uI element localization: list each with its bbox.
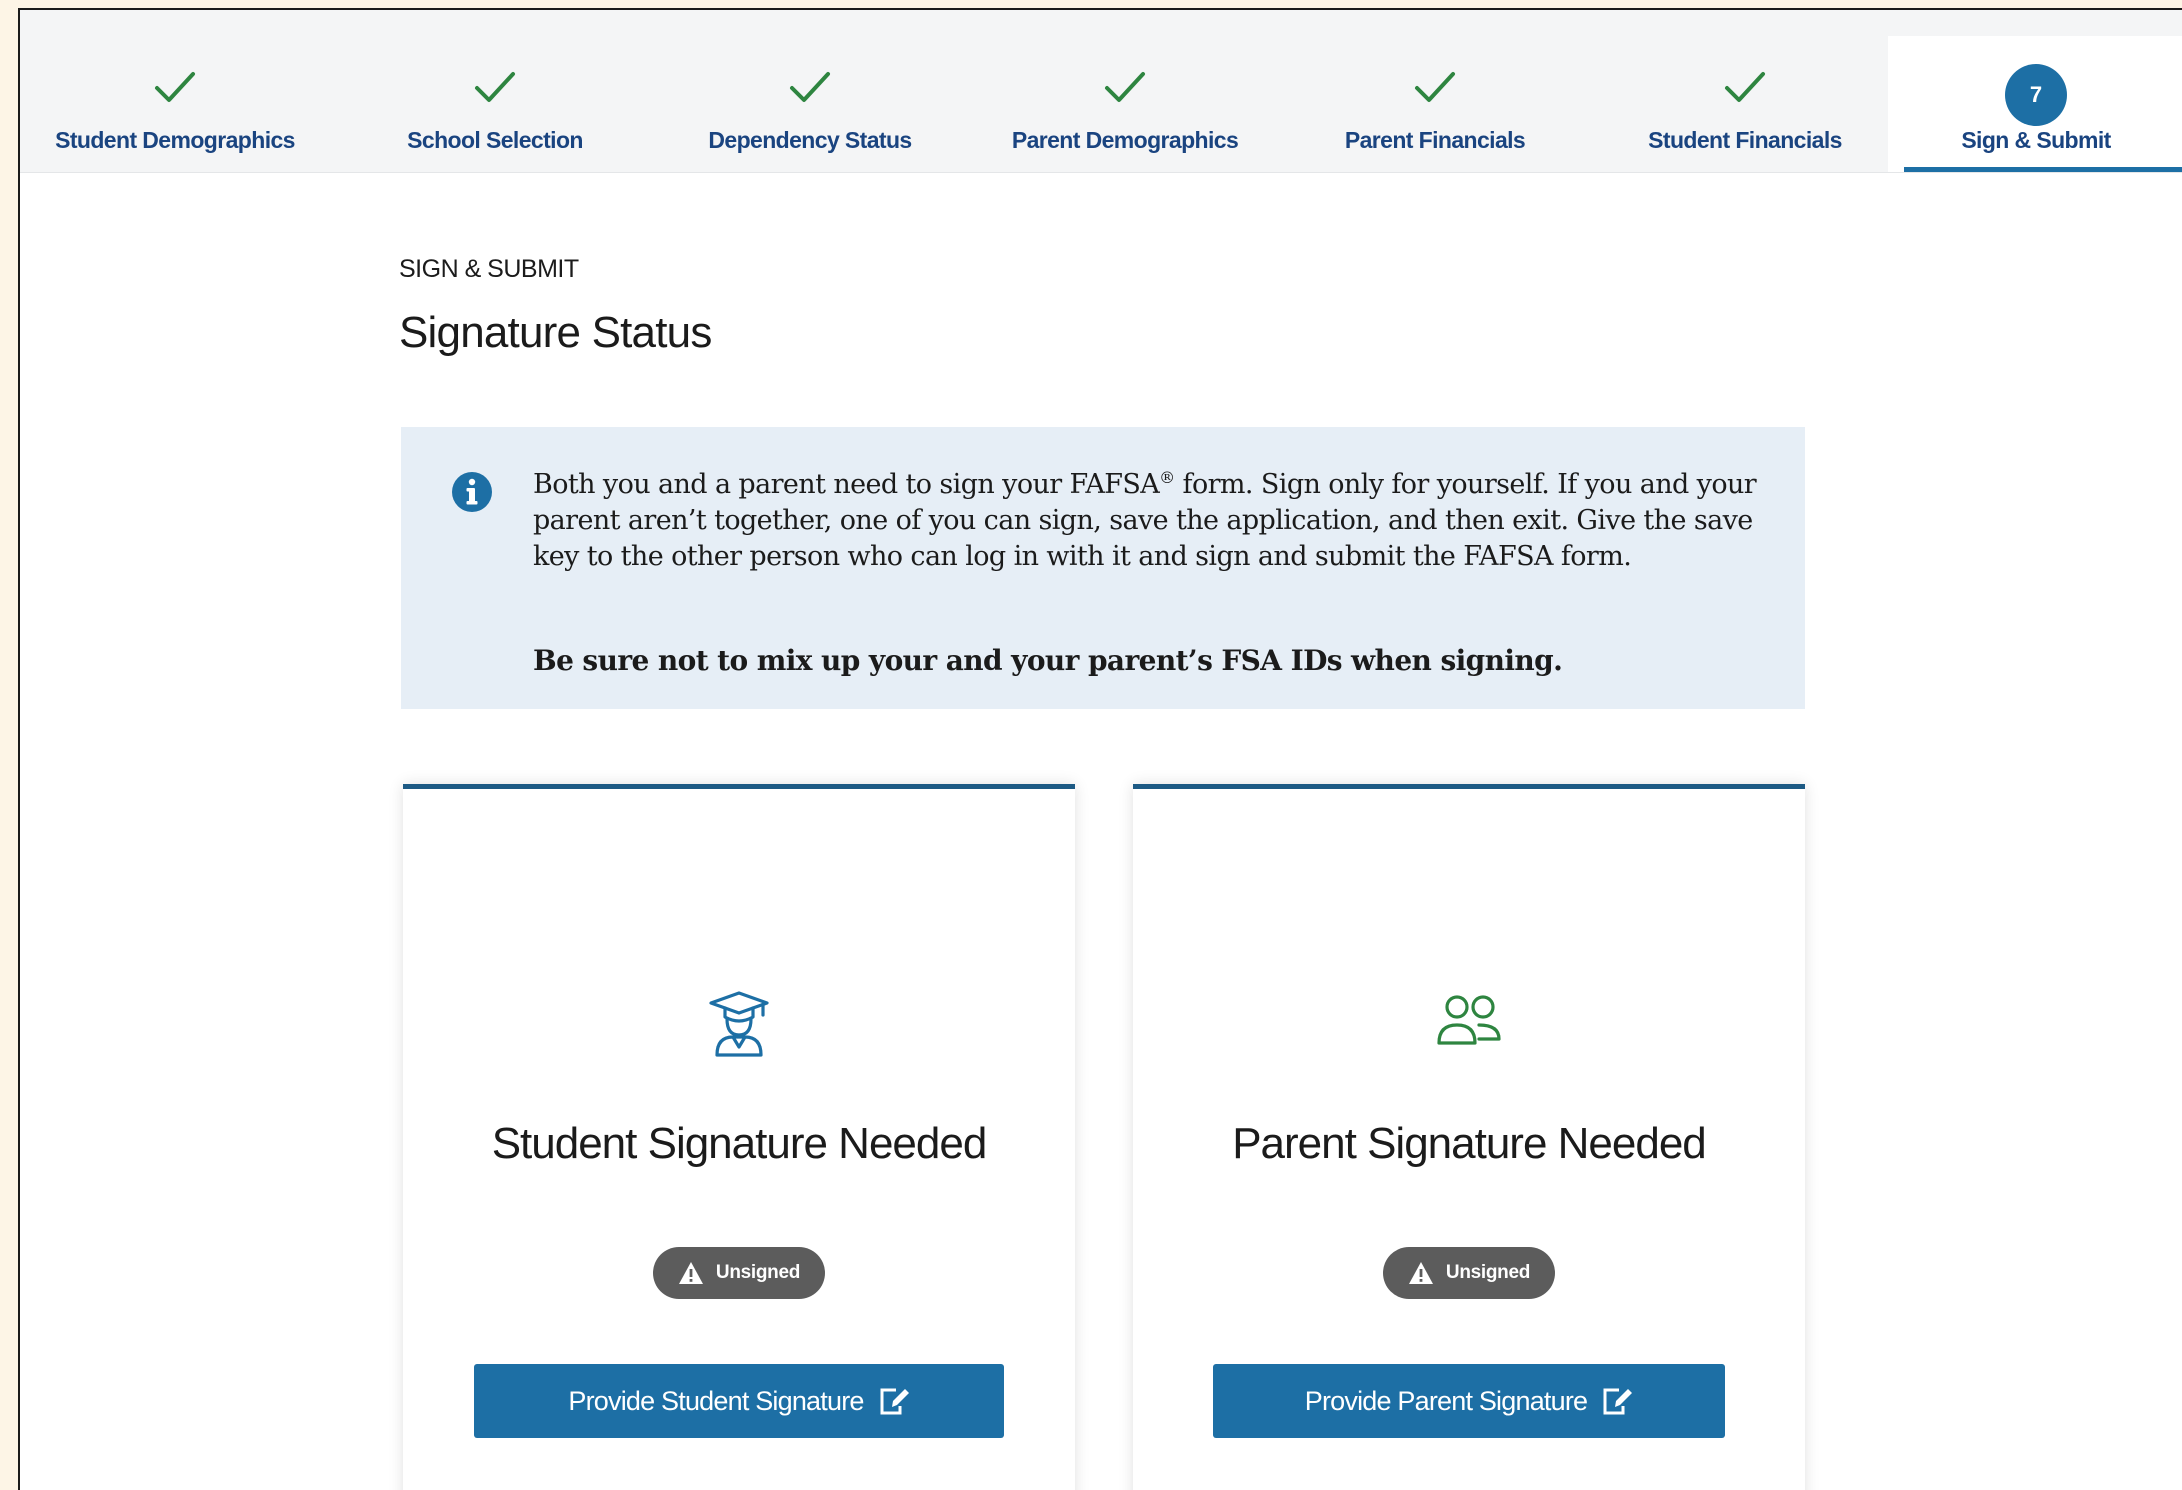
info-message: Both you and a parent need to sign your … <box>533 467 1783 575</box>
status-badge: Unsigned <box>1383 1247 1555 1299</box>
step-label: School Selection <box>407 127 583 153</box>
checkmark-icon <box>1725 72 1765 102</box>
step-sign-submit[interactable]: 7 Sign & Submit <box>1888 36 2182 172</box>
checkmark-icon <box>1105 72 1145 102</box>
parent-signature-card: Parent Signature Needed Unsigned Provide… <box>1133 784 1805 1490</box>
step-student-financials[interactable]: Student Financials <box>1600 10 1890 172</box>
section-eyebrow: SIGN & SUBMIT <box>399 255 579 283</box>
step-parent-financials[interactable]: Parent Financials <box>1290 10 1580 172</box>
provide-student-signature-button[interactable]: Provide Student Signature <box>474 1364 1004 1438</box>
page-title: Signature Status <box>399 308 712 357</box>
checkmark-icon <box>790 72 830 102</box>
sign-document-icon <box>1603 1388 1633 1415</box>
step-label: Sign & Submit <box>1961 127 2111 153</box>
registered-mark: ® <box>1159 468 1175 487</box>
student-signature-card: Student Signature Needed Unsigned Provid… <box>403 784 1075 1490</box>
checkmark-icon <box>155 72 195 102</box>
provide-parent-signature-button[interactable]: Provide Parent Signature <box>1213 1364 1725 1438</box>
card-title: Parent Signature Needed <box>1232 1119 1707 1168</box>
sign-document-icon <box>880 1388 909 1415</box>
step-label: Student Financials <box>1648 127 1842 153</box>
step-label: Student Demographics <box>55 127 295 153</box>
info-warning: Be sure not to mix up your and your pare… <box>533 644 1563 677</box>
step-label: Dependency Status <box>708 127 912 153</box>
step-number-badge: 7 <box>2005 64 2067 126</box>
info-icon <box>452 472 492 512</box>
app-window: Student Demographics School Selection De… <box>18 8 2182 1490</box>
step-school-selection[interactable]: School Selection <box>350 10 640 172</box>
checkmark-icon <box>475 72 515 102</box>
info-alert: Both you and a parent need to sign your … <box>401 427 1805 709</box>
warning-icon <box>678 1262 703 1284</box>
badge-label: Unsigned <box>1445 1262 1531 1283</box>
active-step-indicator <box>1904 167 2182 172</box>
step-student-demographics[interactable]: Student Demographics <box>20 10 330 172</box>
checkmark-icon <box>1415 72 1455 102</box>
badge-label: Unsigned <box>715 1262 801 1283</box>
warning-icon <box>1408 1262 1433 1284</box>
step-parent-demographics[interactable]: Parent Demographics <box>975 10 1275 172</box>
step-label: Parent Demographics <box>1011 127 1239 153</box>
progress-stepper: Student Demographics School Selection De… <box>20 10 2182 173</box>
button-label: Provide Student Signature <box>568 1385 864 1416</box>
card-title: Student Signature Needed <box>491 1119 988 1168</box>
step-label: Parent Financials <box>1344 127 1526 153</box>
button-label: Provide Parent Signature <box>1304 1385 1588 1416</box>
step-dependency-status[interactable]: Dependency Status <box>660 10 960 172</box>
info-text-part: Both you and a parent need to sign your … <box>533 469 1160 500</box>
status-badge: Unsigned <box>653 1247 825 1299</box>
parents-icon <box>1437 995 1501 1045</box>
student-graduate-icon <box>709 991 769 1057</box>
